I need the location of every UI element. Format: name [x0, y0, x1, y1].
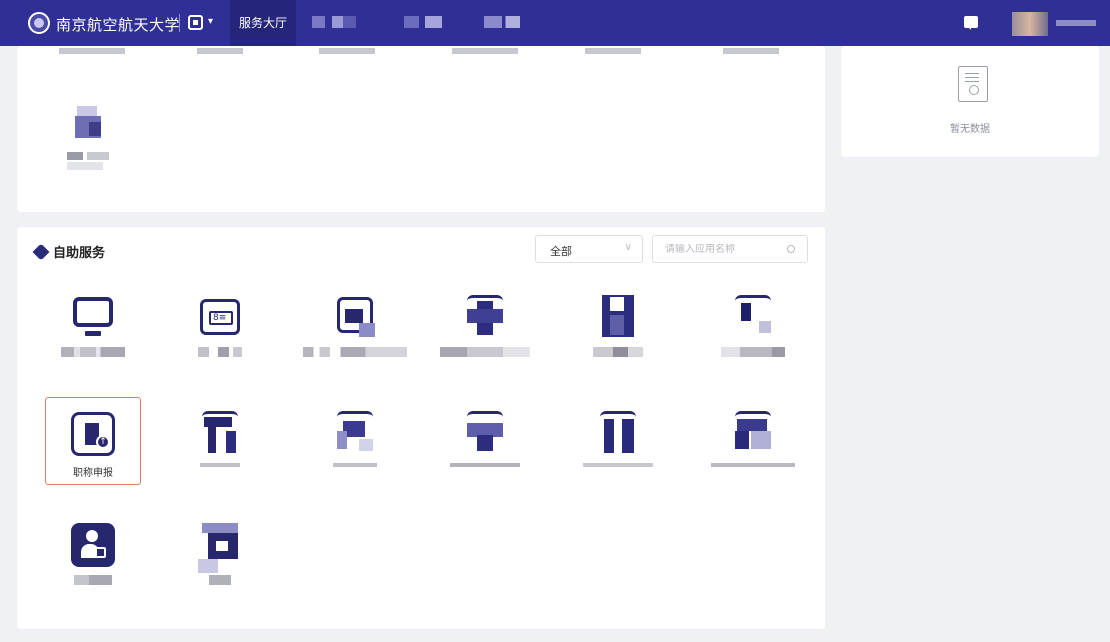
section-title: 自助服务 — [32, 242, 106, 261]
chevron-down-icon[interactable]: ▾ — [208, 16, 213, 27]
user-name-blurred[interactable] — [1056, 20, 1096, 26]
app-label-cut — [319, 48, 375, 54]
message-icon[interactable] — [964, 16, 978, 30]
id-card-icon: 8≡ — [198, 295, 242, 339]
service-tile[interactable] — [45, 281, 141, 369]
empty-state-text: 暂无数据 — [950, 124, 990, 135]
tile-label-blurred — [593, 347, 643, 357]
blurred-icon — [596, 295, 640, 339]
blurred-icon — [198, 523, 242, 573]
service-tile[interactable] — [172, 509, 268, 597]
service-tile[interactable] — [437, 281, 533, 369]
service-tile[interactable] — [172, 397, 268, 485]
document-upload-icon: ↑ — [71, 412, 115, 456]
nav-item-blurred[interactable] — [484, 16, 520, 28]
service-tile[interactable]: 8≡ — [172, 281, 268, 369]
tile-label-blurred — [61, 347, 125, 357]
self-service-card: 自助服务 全部 ∨ 8≡ — [17, 227, 825, 629]
tile-label-blurred — [303, 347, 407, 357]
service-tile[interactable] — [307, 397, 403, 485]
service-tile[interactable] — [570, 281, 666, 369]
tile-label-blurred — [200, 463, 240, 467]
app-label-cut — [723, 48, 779, 54]
blurred-icon — [463, 295, 507, 339]
notice-panel: 暂无数据 — [841, 46, 1099, 157]
service-tile[interactable] — [303, 281, 407, 369]
blurred-icon — [596, 411, 640, 455]
app-label-cut — [59, 48, 125, 54]
heart-icon — [32, 243, 50, 260]
school-name[interactable]: 南京航空航天大学 — [56, 14, 180, 35]
tile-label-blurred — [440, 347, 530, 357]
blurred-icon — [731, 411, 775, 455]
top-navigation-bar: 南京航空航天大学 ▾ 服务大厅 — [0, 0, 1110, 46]
search-icon[interactable] — [787, 245, 795, 253]
service-tile[interactable] — [45, 509, 141, 597]
service-tile[interactable] — [570, 397, 666, 485]
app-grid-icon[interactable] — [188, 15, 203, 30]
blurred-icon — [198, 411, 242, 455]
tile-label-blurred — [74, 575, 112, 585]
app-section-card — [17, 46, 825, 212]
blurred-icon — [731, 295, 775, 339]
divider — [179, 14, 180, 32]
avatar[interactable] — [1012, 12, 1048, 36]
tile-label-blurred — [583, 463, 653, 467]
app-label-cut — [197, 48, 243, 54]
app-search-box[interactable] — [652, 235, 808, 263]
blurred-icon — [463, 411, 507, 455]
app-search-input[interactable] — [665, 244, 775, 255]
app-tile-blurred[interactable] — [63, 102, 115, 174]
monitor-icon — [71, 295, 115, 339]
category-select-value: 全部 — [550, 245, 572, 258]
tile-label-blurred — [209, 575, 231, 585]
tile-label-blurred — [198, 347, 242, 357]
tile-label: 职称申报 — [73, 468, 113, 479]
tile-label-blurred — [721, 347, 785, 357]
tile-label-blurred — [333, 463, 377, 467]
nav-item-blurred[interactable] — [312, 16, 356, 28]
service-tile[interactable] — [437, 397, 533, 485]
empty-document-icon — [958, 66, 988, 102]
app-label-cut — [585, 48, 641, 54]
service-tile[interactable] — [705, 281, 801, 369]
service-tile-title-application[interactable]: ↑ 职称申报 — [45, 397, 141, 485]
app-label-cut — [452, 48, 518, 54]
nav-item-blurred[interactable] — [404, 16, 442, 28]
university-logo-icon[interactable] — [28, 12, 50, 34]
blurred-icon — [333, 411, 377, 455]
service-tile[interactable] — [705, 397, 801, 485]
tile-label-blurred — [711, 463, 795, 467]
section-title-text: 自助服务 — [53, 246, 106, 261]
nav-service-hall[interactable]: 服务大厅 — [230, 0, 296, 46]
tile-label-blurred — [450, 463, 520, 467]
blurred-icon — [333, 295, 377, 339]
category-select[interactable]: 全部 ∨ — [535, 235, 643, 263]
chevron-down-icon[interactable]: ∨ — [625, 242, 632, 253]
person-card-icon — [71, 523, 115, 567]
